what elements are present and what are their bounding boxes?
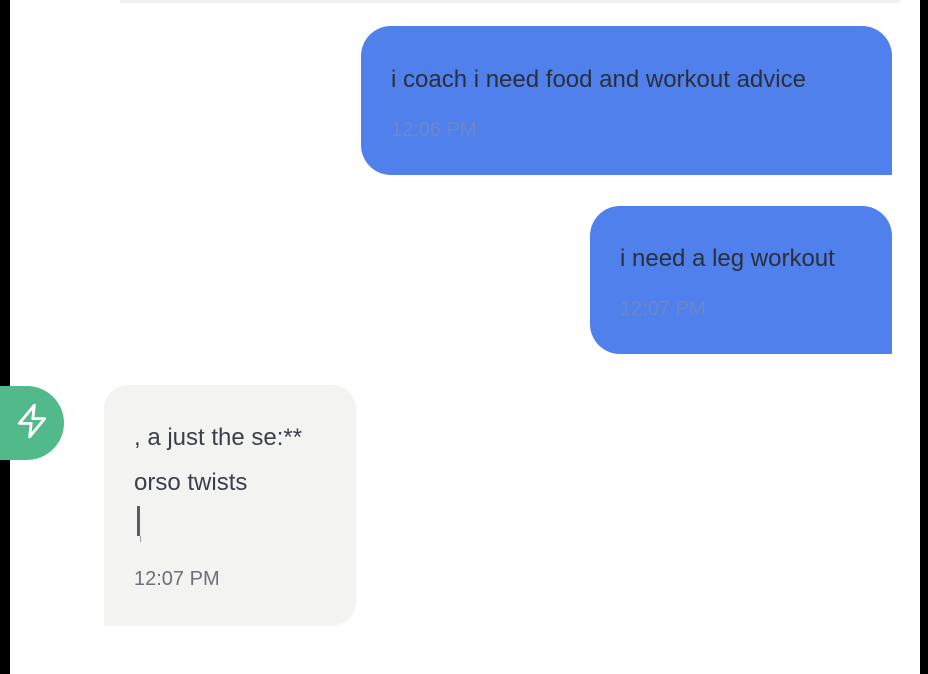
message-text-line: , a just the se:** xyxy=(134,424,303,451)
chat-area: i coach i need food and workout advice 1… xyxy=(10,0,920,674)
typing-cursor xyxy=(137,506,140,536)
message-text: i need a leg workout xyxy=(620,245,835,272)
message-text-line: orso twists xyxy=(134,469,248,496)
user-message-bubble[interactable]: i need a leg workout 12:07 PM xyxy=(590,206,892,354)
message-timestamp: 12:06 PM xyxy=(391,119,477,141)
message-text: i coach i need food and workout advice xyxy=(391,66,806,93)
assistant-message-bubble[interactable]: , a just the se:** orso twists 12:07 PM xyxy=(104,385,356,625)
lightning-bolt-icon xyxy=(13,402,51,445)
previous-message-edge xyxy=(120,0,900,3)
message-timestamp: 12:07 PM xyxy=(134,568,220,590)
typing-cursor-tick xyxy=(140,536,141,542)
message-timestamp: 12:07 PM xyxy=(620,298,706,320)
user-message-bubble[interactable]: i coach i need food and workout advice 1… xyxy=(361,26,892,175)
